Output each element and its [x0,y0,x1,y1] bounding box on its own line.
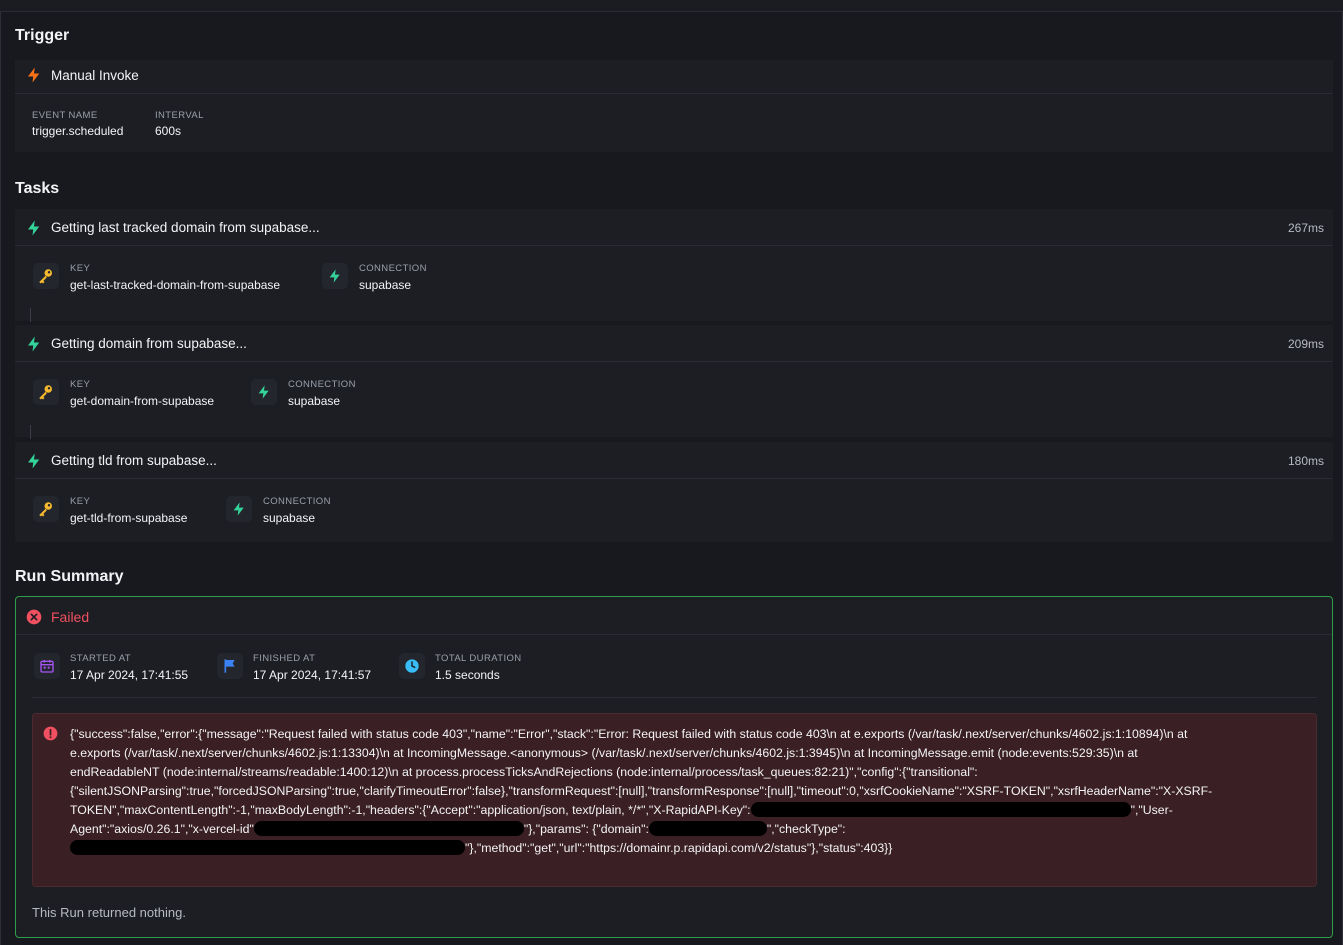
error-message: {"success":false,"error":{"message":"Req… [70,725,1220,858]
task-card[interactable]: Getting last tracked domain from supabas… [15,209,1333,321]
task-card[interactable]: Getting domain from supabase... 209ms KE… [15,325,1333,437]
redacted-block [253,821,524,836]
redacted-block [648,821,767,836]
task-header[interactable]: Getting domain from supabase... 209ms [15,325,1333,362]
event-name-value: trigger.scheduled [32,124,124,138]
run-summary-panel: Failed STARTED AT 17 Apr 2024, 17:41:55 … [15,596,1333,938]
interval-property: INTERVAL 600s [155,110,204,138]
calendar-icon [34,653,60,679]
task-connection-label: CONNECTION [263,496,331,507]
lightning-icon [25,335,43,353]
top-toolbar-strip [0,0,1343,12]
started-at-property: STARTED AT 17 Apr 2024, 17:41:55 [70,653,188,682]
task-key-label: KEY [70,496,91,507]
total-duration-label: TOTAL DURATION [435,653,522,664]
error-output-box: {"success":false,"error":{"message":"Req… [32,713,1317,887]
task-duration: 180ms [1287,454,1324,468]
lightning-icon [25,66,43,84]
started-at-value: 17 Apr 2024, 17:41:55 [70,668,189,682]
task-title: Getting domain from supabase... [51,336,247,351]
redacted-block [70,840,465,855]
task-key-property: KEY get-domain-from-supabase [70,379,214,408]
task-key-label: KEY [70,379,91,390]
task-connection-property: CONNECTION supabase [288,379,356,408]
clock-icon [399,653,425,679]
error-circle-icon [26,609,42,625]
alert-icon [43,726,58,741]
task-header[interactable]: Getting tld from supabase... 180ms [15,442,1333,479]
key-icon [33,263,59,289]
task-key-property: KEY get-last-tracked-domain-from-supabas… [70,263,280,292]
error-text-part: ","checkType": [766,822,846,836]
lightning-icon [25,219,43,237]
summary-divider [32,697,1317,698]
task-card[interactable]: Getting tld from supabase... 180ms KEY g… [15,442,1333,542]
total-duration-value: 1.5 seconds [435,668,500,682]
task-key-property: KEY get-tld-from-supabase [70,496,187,525]
run-status: Failed [51,609,90,625]
connection-lightning-icon [226,496,252,522]
task-connection-property: CONNECTION supabase [263,496,331,525]
task-connection-property: CONNECTION supabase [359,263,427,292]
task-connection-value: supabase [288,394,341,408]
finished-at-property: FINISHED AT 17 Apr 2024, 17:41:57 [253,653,371,682]
key-icon [33,496,59,522]
trigger-name: Manual Invoke [51,68,139,83]
task-title: Getting last tracked domain from supabas… [51,220,320,235]
task-connector-line [30,308,31,322]
interval-label: INTERVAL [155,110,204,121]
interval-value: 600s [155,124,182,138]
task-duration: 209ms [1287,337,1324,351]
finished-at-label: FINISHED AT [253,653,316,664]
task-key-value: get-domain-from-supabase [70,394,215,408]
task-key-label: KEY [70,263,91,274]
run-details-panel: Trigger Manual Invoke EVENT NAME trigger… [0,12,1343,945]
flag-icon [217,653,243,679]
connection-lightning-icon [251,379,277,405]
event-name-property: EVENT NAME trigger.scheduled [32,110,123,138]
lightning-icon [25,452,43,470]
trigger-header: Manual Invoke [15,60,1333,94]
started-at-label: STARTED AT [70,653,132,664]
task-connection-label: CONNECTION [359,263,427,274]
task-connection-value: supabase [263,511,316,525]
run-returned-message: This Run returned nothing. [32,905,186,920]
total-duration-property: TOTAL DURATION 1.5 seconds [435,653,522,682]
task-key-value: get-last-tracked-domain-from-supabase [70,278,281,292]
trigger-panel: Manual Invoke EVENT NAME trigger.schedul… [15,60,1333,152]
task-connector-line [30,425,31,439]
redacted-block [750,802,1131,817]
task-header[interactable]: Getting last tracked domain from supabas… [15,209,1333,246]
run-status-row: Failed [16,597,1332,635]
error-text-part: "},"method":"get","url":"https://domainr… [465,841,893,855]
run-summary-section-title: Run Summary [15,568,124,585]
task-key-value: get-tld-from-supabase [70,511,188,525]
trigger-section-title: Trigger [15,27,70,44]
task-connection-value: supabase [359,278,412,292]
task-title: Getting tld from supabase... [51,453,217,468]
task-duration: 267ms [1287,221,1324,235]
task-connection-label: CONNECTION [288,379,356,390]
tasks-section-title: Tasks [15,180,60,197]
finished-at-value: 17 Apr 2024, 17:41:57 [253,668,372,682]
key-icon [33,379,59,405]
connection-lightning-icon [322,263,348,289]
event-name-label: EVENT NAME [32,110,98,121]
error-text-part: "},"params": {"domain": [523,822,649,836]
